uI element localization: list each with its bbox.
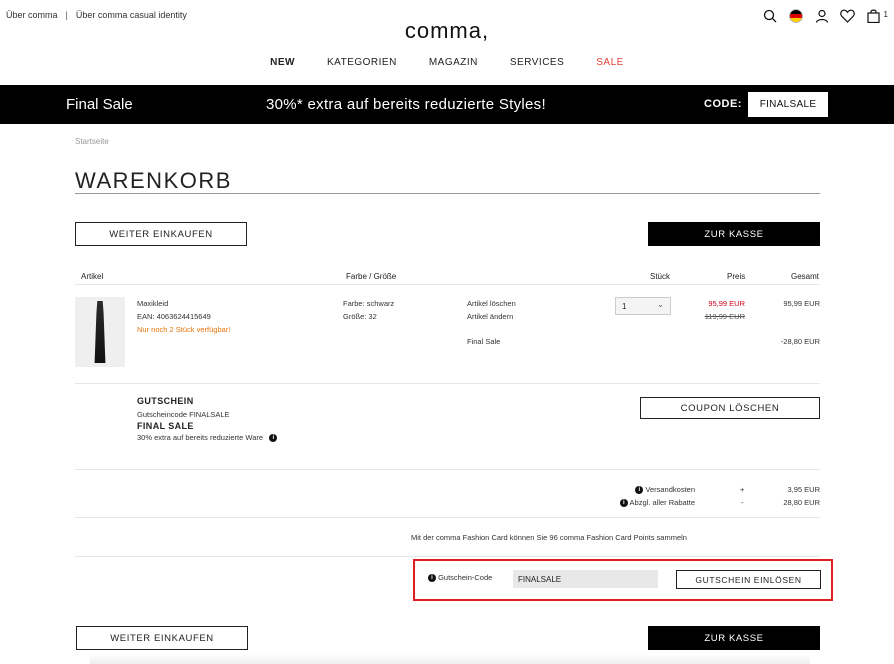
search-icon[interactable] [762, 8, 778, 24]
main-nav: NEW KATEGORIEN MAGAZIN SERVICES SALE [0, 57, 894, 68]
coupon-delete-button[interactable]: COUPON LÖSCHEN [640, 397, 820, 419]
fashion-card-note: Mit der comma Fashion Card können Sie 96… [411, 533, 687, 542]
summary-divider [75, 517, 820, 518]
change-item-link[interactable]: Artikel ändern [467, 310, 516, 323]
nav-services[interactable]: SERVICES [510, 57, 564, 68]
voucher-code-label: Gutschein-Code [438, 573, 493, 582]
voucher-desc-row: 30% extra auf bereits reduzierte Ware i [137, 431, 278, 444]
logo[interactable]: comma, [0, 18, 894, 44]
voucher-desc: 30% extra auf bereits reduzierte Ware [137, 433, 264, 442]
voucher-divider [75, 469, 820, 470]
redeem-voucher-button[interactable]: GUTSCHEIN EINLÖSEN [676, 570, 821, 589]
price-old: 119,99 EUR [704, 312, 745, 321]
product-ean: EAN: 4063624415649 [137, 312, 211, 321]
banner-final-sale: Final Sale [66, 96, 133, 113]
cart-count: 1 [883, 9, 888, 19]
banner-promo-text: 30%* extra auf bereits reduzierte Styles… [266, 96, 546, 113]
header-article: Artikel [81, 272, 104, 281]
title-divider [75, 193, 820, 194]
item-total: 95,99 EUR [783, 299, 820, 308]
page-title: WARENKORB [75, 168, 232, 193]
account-icon[interactable] [814, 8, 830, 24]
cart-bag-icon[interactable] [866, 8, 882, 24]
rebate-value: 28,80 EUR [783, 498, 820, 507]
price-new: 95,99 EUR [708, 299, 745, 308]
product-name[interactable]: Maxikleid [137, 297, 230, 310]
breadcrumb[interactable]: Startseite [75, 137, 109, 146]
wishlist-heart-icon[interactable] [840, 8, 856, 24]
info-icon[interactable]: i [269, 434, 278, 443]
discount-label: Final Sale [467, 337, 501, 346]
stock-warning: Nur noch 2 Stück verfügbar! [137, 325, 231, 334]
fashion-divider [75, 556, 820, 557]
country-flag-icon[interactable] [788, 8, 804, 24]
footer-shadow [90, 654, 810, 664]
rebate-row: i Abzgl. aller Rabatte [619, 496, 695, 509]
voucher-name: FINAL SALE [137, 421, 194, 431]
voucher-title: GUTSCHEIN [137, 396, 194, 406]
chevron-down-icon: ⌄ [657, 300, 664, 309]
nav-kategorien[interactable]: KATEGORIEN [327, 57, 397, 68]
product-attributes: Farbe: schwarz Größe: 32 [343, 297, 394, 323]
voucher-info: GUTSCHEIN Gutscheincode FINALSALE FINAL … [137, 396, 278, 444]
voucher-code-line: Gutscheincode FINALSALE [137, 410, 230, 419]
info-icon[interactable]: i [619, 499, 628, 508]
product-actions: Artikel löschen Artikel ändern [467, 297, 516, 323]
promo-banner[interactable]: Final Sale 30%* extra auf bereits reduzi… [0, 85, 894, 124]
shipping-sign: + [740, 485, 745, 494]
rebate-sign: - [741, 498, 744, 507]
banner-code-label: CODE: [704, 98, 742, 110]
checkout-button[interactable]: ZUR KASSE [648, 222, 820, 246]
header-color-size: Farbe / Größe [346, 272, 397, 281]
voucher-form-label: i Gutschein-Code [428, 571, 492, 584]
banner-code-box: FINALSALE [748, 92, 828, 117]
header-icons: 1 [762, 8, 888, 24]
nav-magazin[interactable]: MAGAZIN [429, 57, 478, 68]
delete-item-link[interactable]: Artikel löschen [467, 297, 516, 310]
product-size: Größe: 32 [343, 312, 377, 321]
voucher-code-input[interactable] [513, 570, 658, 588]
header-price: Preis [727, 272, 746, 281]
quantity-select[interactable]: 1 ⌄ [615, 297, 671, 315]
nav-sale[interactable]: SALE [596, 57, 624, 68]
shipping-value: 3,95 EUR [787, 485, 820, 494]
header-qty: Stück [650, 272, 671, 281]
product-color: Farbe: schwarz [343, 299, 395, 308]
shipping-row: i Versandkosten [635, 483, 695, 496]
product-image[interactable] [75, 297, 125, 367]
header-total: Gesamt [791, 272, 820, 281]
checkout-button-bottom[interactable]: ZUR KASSE [648, 626, 820, 650]
price-block: 95,99 EUR 119,99 EUR [705, 297, 745, 323]
info-icon[interactable]: i [635, 486, 644, 495]
continue-shopping-button-bottom[interactable]: WEITER EINKAUFEN [76, 626, 248, 650]
nav-new[interactable]: NEW [270, 57, 295, 68]
shipping-label: Versandkosten [645, 485, 695, 494]
info-icon[interactable]: i [428, 574, 436, 583]
product-info: Maxikleid EAN: 4063624415649 Nur noch 2 … [137, 297, 230, 336]
discount-value: -28,80 EUR [780, 337, 820, 346]
header-divider [75, 284, 820, 285]
continue-shopping-button[interactable]: WEITER EINKAUFEN [75, 222, 247, 246]
rebate-label: Abzgl. aller Rabatte [629, 498, 695, 507]
quantity-value: 1 [622, 301, 627, 311]
product-divider [75, 383, 820, 384]
